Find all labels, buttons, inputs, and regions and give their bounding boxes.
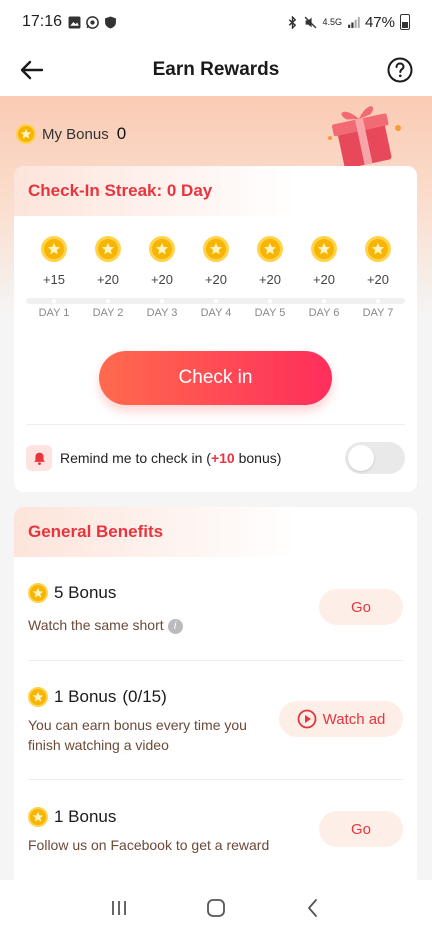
info-icon[interactable]: i <box>167 618 183 634</box>
benefit-title: 1 Bonus <box>54 807 117 826</box>
day-points: +15 <box>42 272 66 287</box>
day-points: +20 <box>96 272 120 287</box>
help-icon[interactable] <box>386 56 414 84</box>
day-points: +20 <box>312 272 336 287</box>
status-bar: 17:16 4.5G 47% <box>0 0 432 44</box>
coin-icon <box>41 236 67 262</box>
day-label: DAY 4 <box>200 307 232 319</box>
day-points: +20 <box>204 272 228 287</box>
day-label: DAY 5 <box>254 307 286 319</box>
day-label: DAY 6 <box>308 307 340 319</box>
checkin-streak-title: Check-In Streak: 0 Day <box>28 181 213 200</box>
coin-icon <box>95 236 121 262</box>
coin-icon <box>203 236 229 262</box>
mute-icon <box>305 16 317 28</box>
divider <box>26 424 405 425</box>
checkin-day: +20 DAY 2 <box>81 236 135 319</box>
day-label: DAY 2 <box>92 307 124 319</box>
play-circle-icon <box>297 709 316 729</box>
day-points: +20 <box>258 272 282 287</box>
benefit-item: 1 Bonus Follow us on Facebook to get a r… <box>14 803 417 887</box>
my-bonus-value: 0 <box>116 124 127 143</box>
my-bonus-row: My Bonus 0 <box>16 124 126 144</box>
benefit-desc: Follow us on Facebook to get a reward <box>28 837 270 853</box>
watch-ad-button[interactable]: Watch ad <box>279 701 403 737</box>
checkin-day: +20 DAY 6 <box>297 236 351 319</box>
my-bonus-label: My Bonus <box>42 125 109 143</box>
remind-text: Remind me to check in (+10 bonus) <box>60 450 282 466</box>
back-arrow-icon[interactable] <box>18 56 46 84</box>
coin-icon <box>149 236 175 262</box>
checkin-days: +15 DAY 1 +20 DAY 2 +20 DAY 3 +20 DAY 4 … <box>14 236 417 336</box>
remind-toggle[interactable] <box>345 442 405 474</box>
checkin-card-header: Check-In Streak: 0 Day <box>14 166 417 216</box>
battery-percent: 47% <box>364 13 395 31</box>
day-label: DAY 3 <box>146 307 178 319</box>
benefit-title: 5 Bonus <box>54 583 117 602</box>
benefit-title: 1 Bonus <box>54 687 117 706</box>
bell-icon <box>26 445 52 471</box>
network-type: 4.5G <box>322 16 342 27</box>
home-icon[interactable] <box>204 896 228 920</box>
gallery-icon <box>68 16 81 28</box>
watch-ad-label: Watch ad <box>322 710 386 728</box>
benefit-desc: Watch the same short <box>28 617 164 633</box>
divider <box>28 779 403 780</box>
bluetooth-icon <box>289 15 297 29</box>
page-title: Earn Rewards <box>152 59 280 80</box>
app-header: Earn Rewards <box>0 44 432 96</box>
remind-row: Remind me to check in (+10 bonus) <box>26 442 405 474</box>
day-label: DAY 1 <box>38 307 70 319</box>
benefit-progress: (0/15) <box>122 687 167 706</box>
streak-progress-track <box>26 298 405 304</box>
remind-bonus: +10 <box>210 450 235 466</box>
gift-box-icon <box>328 106 401 168</box>
coin-icon <box>16 124 36 144</box>
shield-icon <box>105 16 116 28</box>
checkin-day: +20 DAY 5 <box>243 236 297 319</box>
checkin-day: +20 DAY 3 <box>135 236 189 319</box>
go-button[interactable]: Go <box>319 811 403 847</box>
whatsapp-icon <box>86 15 99 29</box>
divider <box>28 660 403 661</box>
checkin-day: +20 DAY 4 <box>189 236 243 319</box>
battery-icon <box>400 14 410 30</box>
day-points: +20 <box>150 272 174 287</box>
go-button[interactable]: Go <box>319 589 403 625</box>
system-navigation-bar <box>0 880 432 935</box>
checkin-day: +20 DAY 7 <box>351 236 405 319</box>
coin-icon <box>311 236 337 262</box>
benefit-item: 5 Bonus Watch the same short i Go <box>14 577 417 687</box>
benefit-desc: You can earn bonus every time you finish… <box>28 717 247 753</box>
coin-icon <box>365 236 391 262</box>
benefit-item: 1 Bonus (0/15) You can earn bonus every … <box>14 683 417 803</box>
day-label: DAY 7 <box>362 307 394 319</box>
signal-icon <box>348 16 360 28</box>
day-points: +20 <box>366 272 390 287</box>
general-benefits-card: General Benefits 5 Bonus Watch the same … <box>14 507 417 887</box>
recent-apps-icon[interactable] <box>107 896 131 920</box>
check-in-button[interactable]: Check in <box>99 351 332 405</box>
coin-icon <box>28 687 48 707</box>
checkin-day: +15 DAY 1 <box>27 236 81 319</box>
benefits-card-header: General Benefits <box>14 507 417 557</box>
coin-icon <box>257 236 283 262</box>
back-icon[interactable] <box>301 896 325 920</box>
coin-icon <box>28 583 48 603</box>
benefits-title: General Benefits <box>28 522 164 541</box>
checkin-card: Check-In Streak: 0 Day +15 DAY 1 +20 DAY… <box>14 166 417 492</box>
coin-icon <box>28 807 48 827</box>
status-time: 17:16 <box>22 13 63 30</box>
